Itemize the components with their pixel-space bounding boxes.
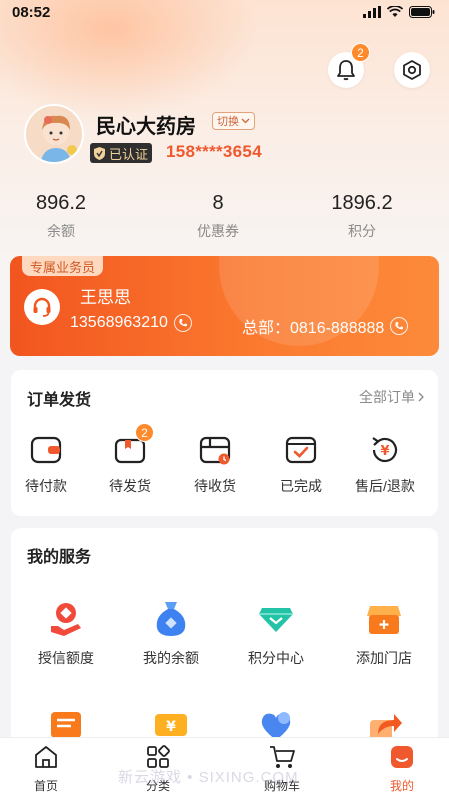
notification-button[interactable]: 2 <box>328 43 370 88</box>
service-points-center[interactable]: 积分中心 <box>231 598 321 668</box>
cart-icon <box>270 746 295 768</box>
user-phone: 158****3654 <box>166 142 262 161</box>
category-grid-icon <box>147 745 170 768</box>
service-my-balance[interactable]: 我的余额 <box>126 598 216 668</box>
headset-icon <box>33 297 51 317</box>
verified-shield-icon <box>94 146 105 160</box>
stat-value: 8 <box>212 192 224 214</box>
agent-tag: 专属业务员 <box>22 256 104 276</box>
service-label: 我的余额 <box>143 650 199 666</box>
stat-label: 积分 <box>348 223 376 239</box>
order-label: 售后/退款 <box>355 478 415 494</box>
bottom-tab-bar: 首页 分类 购物车 我的 <box>0 737 449 799</box>
store-name: 民心大药房 <box>96 116 196 138</box>
avatar[interactable] <box>24 104 84 164</box>
order-label: 待发货 <box>109 478 151 494</box>
switch-label: 切换 <box>217 116 239 128</box>
stat-value: 1896.2 <box>331 192 393 214</box>
order-completed[interactable]: 已完成 <box>261 432 341 496</box>
services-panel: 我的服务 授信额度 我的余额 积分中心 添加门店 ¥ <box>11 528 438 768</box>
store-icon <box>367 606 401 634</box>
stat-value: 896.2 <box>35 192 87 214</box>
tab-label: 我的 <box>389 779 414 793</box>
all-orders-label: 全部订单 <box>359 389 415 405</box>
chevron-right-icon <box>418 392 424 402</box>
service-label: 添加门店 <box>356 650 412 666</box>
hq-phone-number: 总部：0816-888888 <box>242 320 385 337</box>
settings-button[interactable] <box>394 52 430 88</box>
sales-agent-card: 专属业务员 王思思 13568963210 总部：0816-888888 <box>10 256 439 356</box>
svg-text:¥: ¥ <box>380 444 389 459</box>
status-bar: 08:52 <box>0 0 449 26</box>
wallet-icon <box>30 436 62 464</box>
tab-label: 首页 <box>33 779 58 793</box>
notification-badge: 2 <box>351 43 370 62</box>
chevron-down-icon <box>241 118 250 124</box>
home-icon <box>35 746 57 768</box>
order-after-sales[interactable]: ¥ 售后/退款 <box>345 432 425 496</box>
svg-text:¥: ¥ <box>166 719 176 735</box>
stat-points[interactable]: 1896.2 积分 <box>287 192 437 241</box>
delivery-box-icon <box>199 436 231 465</box>
checkmark-box-icon <box>285 436 317 464</box>
tab-category[interactable]: 分类 <box>128 744 188 794</box>
wifi-icon <box>387 6 403 17</box>
tab-mine[interactable]: 我的 <box>372 744 432 794</box>
battery-icon <box>409 6 435 18</box>
money-bag-icon <box>156 602 186 636</box>
service-credit-limit[interactable]: 授信额度 <box>21 598 111 668</box>
services-title: 我的服务 <box>27 549 92 566</box>
tab-cart[interactable]: 购物车 <box>252 744 312 794</box>
hq-phone-link[interactable]: 总部：0816-888888 <box>242 314 409 338</box>
agent-phone-link[interactable]: 13568963210 <box>70 314 192 332</box>
order-label: 已完成 <box>280 478 322 494</box>
stat-balance[interactable]: 896.2 余额 <box>0 192 136 241</box>
service-label: 积分中心 <box>248 650 304 666</box>
signal-icon <box>363 6 381 18</box>
tab-label: 分类 <box>145 779 170 793</box>
refund-icon: ¥ <box>372 437 398 463</box>
all-orders-link[interactable]: 全部订单 <box>359 387 424 407</box>
tab-label: 购物车 <box>263 779 300 793</box>
order-badge: 2 <box>135 423 154 442</box>
stat-coupons[interactable]: 8 优惠券 <box>143 192 293 241</box>
tab-home[interactable]: 首页 <box>16 744 76 794</box>
orders-title: 订单发货 <box>27 392 92 409</box>
status-time: 08:52 <box>12 4 51 21</box>
order-to-ship[interactable]: 2 待发货 <box>90 423 170 496</box>
service-label: 授信额度 <box>38 650 94 666</box>
order-label: 待收货 <box>194 478 236 494</box>
status-icons <box>363 6 435 18</box>
diamond-icon <box>259 608 293 632</box>
switch-store-button[interactable]: 切换 <box>212 112 255 130</box>
agent-phone-number: 13568963210 <box>70 314 168 331</box>
orders-panel: 订单发货 全部订单 待付款 2 待发货 待收货 已完成 ¥ 售后/退款 <box>11 370 438 516</box>
stat-label: 余额 <box>47 223 75 239</box>
gear-icon <box>403 60 421 80</box>
phone-call-icon <box>390 317 409 335</box>
agent-name: 王思思 <box>80 288 131 307</box>
profile-face-icon <box>391 746 413 768</box>
verified-label: 已认证 <box>109 146 149 162</box>
order-label: 待付款 <box>25 478 67 494</box>
bell-icon <box>337 60 355 81</box>
agent-avatar <box>24 289 60 325</box>
phone-call-icon <box>173 314 192 332</box>
credit-icon <box>51 603 81 636</box>
service-add-store[interactable]: 添加门店 <box>339 598 429 668</box>
order-pending-payment[interactable]: 待付款 <box>6 432 86 496</box>
order-to-receive[interactable]: 待收货 <box>175 432 255 496</box>
verified-badge: 已认证 <box>90 143 153 163</box>
stat-label: 优惠券 <box>197 223 239 239</box>
